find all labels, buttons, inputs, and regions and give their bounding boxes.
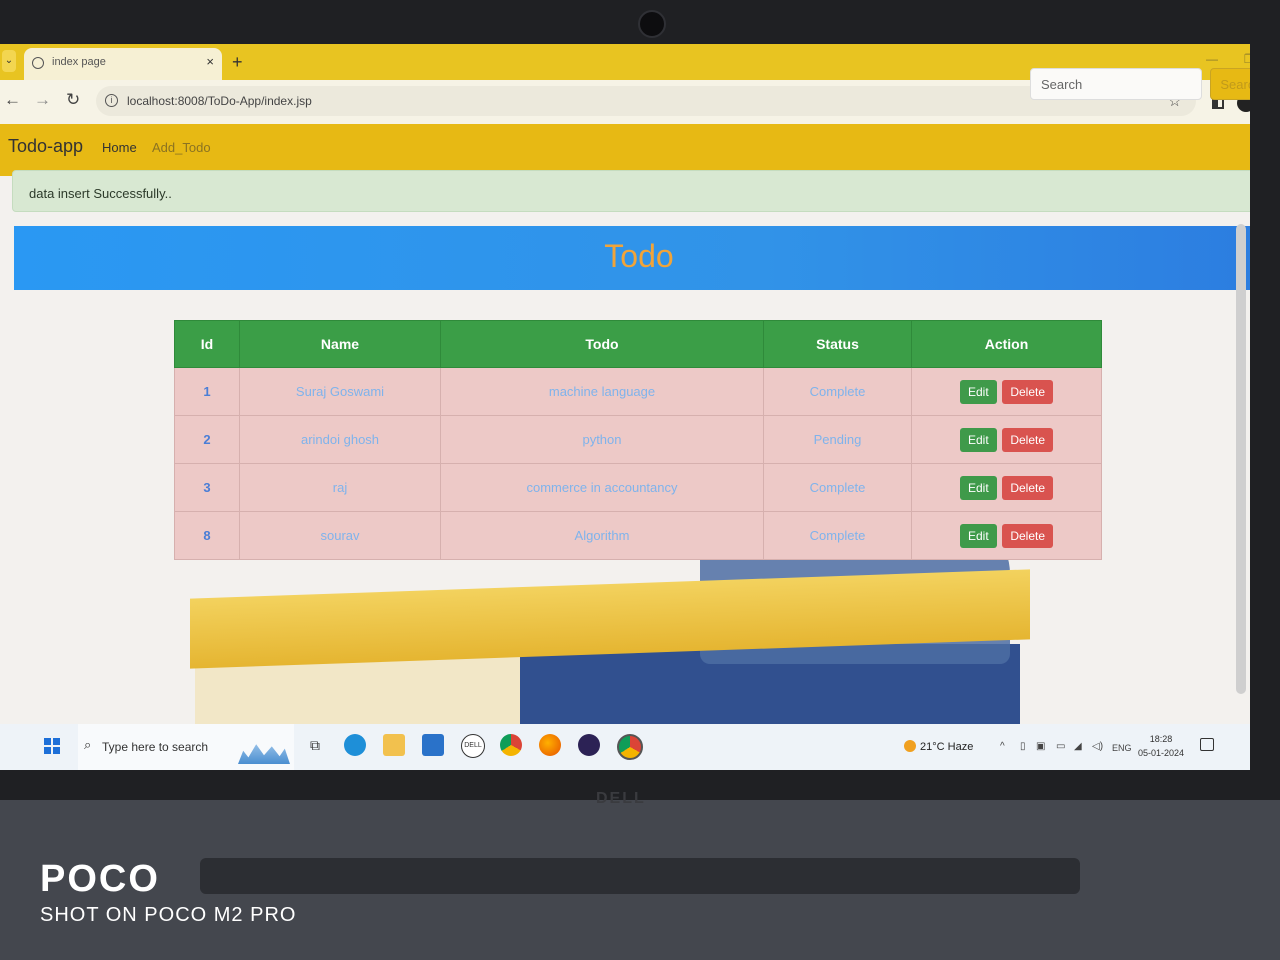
- search-icon: ⌕: [84, 737, 92, 752]
- tab-title: index page: [52, 56, 106, 68]
- row-actions: Edit Delete: [911, 511, 1102, 560]
- weather-widget[interactable]: 21°C Haze: [904, 740, 973, 753]
- tab-search-button[interactable]: ⌄: [2, 50, 16, 72]
- search-highlight-illustration: [238, 744, 290, 764]
- new-tab-button[interactable]: +: [232, 52, 243, 73]
- row-status: Complete: [763, 511, 912, 560]
- laptop-bezel: ⌄ index page × + — ❐ ← → ↻ i localhost:8…: [0, 0, 1280, 800]
- row-todo: commerce in accountancy: [440, 463, 764, 512]
- windows-start-icon[interactable]: [44, 738, 60, 754]
- delete-button[interactable]: Delete: [1002, 475, 1053, 500]
- close-tab-icon[interactable]: ×: [206, 54, 214, 69]
- table-row: 1 Suraj Goswami machine language Complet…: [174, 367, 1102, 416]
- row-name: sourav: [239, 511, 441, 560]
- column-header-action: Action: [911, 320, 1102, 368]
- column-header-status: Status: [763, 320, 912, 368]
- row-name: arindoi ghosh: [239, 415, 441, 464]
- watermark-brand: POCO: [40, 858, 160, 900]
- dell-icon[interactable]: DELL: [461, 734, 485, 758]
- back-icon[interactable]: ←: [4, 90, 21, 110]
- edit-button[interactable]: Edit: [960, 379, 997, 404]
- edit-button[interactable]: Edit: [960, 475, 997, 500]
- column-header-id: Id: [174, 320, 240, 368]
- dell-logo: DELL: [596, 790, 646, 807]
- delete-button[interactable]: Delete: [1002, 523, 1053, 548]
- column-header-todo: Todo: [440, 320, 764, 368]
- delete-button[interactable]: Delete: [1002, 427, 1053, 452]
- row-actions: Edit Delete: [911, 367, 1102, 416]
- battery-icon[interactable]: ▭: [1056, 741, 1065, 752]
- table-row: 8 sourav Algorithm Complete Edit Delete: [174, 511, 1102, 560]
- nav-link-add-todo[interactable]: Add_Todo: [152, 140, 211, 155]
- taskbar-clock[interactable]: 18:28 05-01-2024: [1138, 732, 1184, 760]
- language-indicator[interactable]: ENG: [1112, 743, 1132, 753]
- restore-icon[interactable]: ❐: [1244, 52, 1250, 66]
- weather-icon: [904, 740, 916, 752]
- table-row: 3 raj commerce in accountancy Complete E…: [174, 463, 1102, 512]
- page-title: Todo: [604, 238, 674, 274]
- minimize-icon[interactable]: —: [1206, 52, 1218, 66]
- mail-icon[interactable]: [422, 734, 444, 756]
- clock-time: 18:28: [1149, 734, 1173, 744]
- delete-button[interactable]: Delete: [1002, 379, 1053, 404]
- success-alert: data insert Successfully..: [12, 170, 1250, 212]
- edit-button[interactable]: Edit: [960, 427, 997, 452]
- firefox-icon[interactable]: [539, 734, 561, 756]
- wifi-icon[interactable]: ◢: [1074, 741, 1082, 752]
- row-name: Suraj Goswami: [239, 367, 441, 416]
- row-todo: machine language: [440, 367, 764, 416]
- edge-icon[interactable]: [344, 734, 366, 756]
- todo-table: Id Name Todo Status Action 1 Suraj Goswa…: [174, 320, 1102, 560]
- row-actions: Edit Delete: [911, 415, 1102, 464]
- taskbar-search-box[interactable]: ⌕ Type here to search: [78, 724, 294, 770]
- edit-button[interactable]: Edit: [960, 523, 997, 548]
- row-status: Complete: [763, 463, 912, 512]
- row-actions: Edit Delete: [911, 463, 1102, 512]
- chrome-icon[interactable]: [500, 734, 522, 756]
- row-id: 2: [174, 415, 240, 464]
- page-scrollbar[interactable]: [1236, 224, 1246, 694]
- browser-tab[interactable]: index page ×: [24, 48, 222, 80]
- tray-chevron-icon[interactable]: ^: [1000, 741, 1005, 752]
- row-name: raj: [239, 463, 441, 512]
- column-header-name: Name: [239, 320, 441, 368]
- row-id: 8: [174, 511, 240, 560]
- tray-display-icon[interactable]: ▣: [1036, 741, 1045, 752]
- row-todo: python: [440, 415, 764, 464]
- volume-icon[interactable]: ◁): [1092, 741, 1103, 752]
- globe-icon: [32, 57, 44, 69]
- row-id: 3: [174, 463, 240, 512]
- weather-text: 21°C Haze: [920, 741, 974, 753]
- webcam: [638, 10, 666, 38]
- eclipse-icon[interactable]: [578, 734, 600, 756]
- alert-message: data insert Successfully..: [29, 186, 172, 201]
- windows-taskbar: ⌕ Type here to search ⧉ DELL 21°C Haze ^…: [0, 724, 1250, 770]
- clock-date: 05-01-2024: [1138, 748, 1185, 758]
- row-todo: Algorithm: [440, 511, 764, 560]
- row-id: 1: [174, 367, 240, 416]
- file-explorer-icon[interactable]: [383, 734, 405, 756]
- app-navbar: Todo-app Home Add_Todo: [0, 124, 1250, 176]
- table-header-row: Id Name Todo Status Action: [174, 320, 1102, 368]
- search-input[interactable]: [1030, 68, 1202, 100]
- taskbar-search-text: Type here to search: [102, 740, 209, 754]
- row-status: Pending: [763, 415, 912, 464]
- navbar-brand[interactable]: Todo-app: [8, 136, 83, 157]
- row-status: Complete: [763, 367, 912, 416]
- tray-device-icon[interactable]: ▯: [1020, 741, 1026, 752]
- url-text[interactable]: localhost:8008/ToDo-App/index.jsp: [127, 94, 312, 108]
- info-icon[interactable]: i: [105, 94, 118, 107]
- forward-icon[interactable]: →: [34, 90, 51, 110]
- watermark-subtitle: SHOT ON POCO M2 PRO: [40, 904, 297, 926]
- reload-icon[interactable]: ↻: [66, 90, 80, 110]
- title-band: Todo: [14, 226, 1250, 290]
- laptop-hinge: [200, 858, 1080, 894]
- search-button[interactable]: Search: [1210, 68, 1250, 100]
- notification-icon[interactable]: [1200, 738, 1214, 751]
- table-row: 2 arindoi ghosh python Pending Edit Dele…: [174, 415, 1102, 464]
- nav-link-home[interactable]: Home: [102, 140, 137, 155]
- screen: ⌄ index page × + — ❐ ← → ↻ i localhost:8…: [0, 44, 1250, 770]
- task-view-icon[interactable]: ⧉: [304, 734, 326, 756]
- chrome-dev-icon[interactable]: [617, 734, 643, 760]
